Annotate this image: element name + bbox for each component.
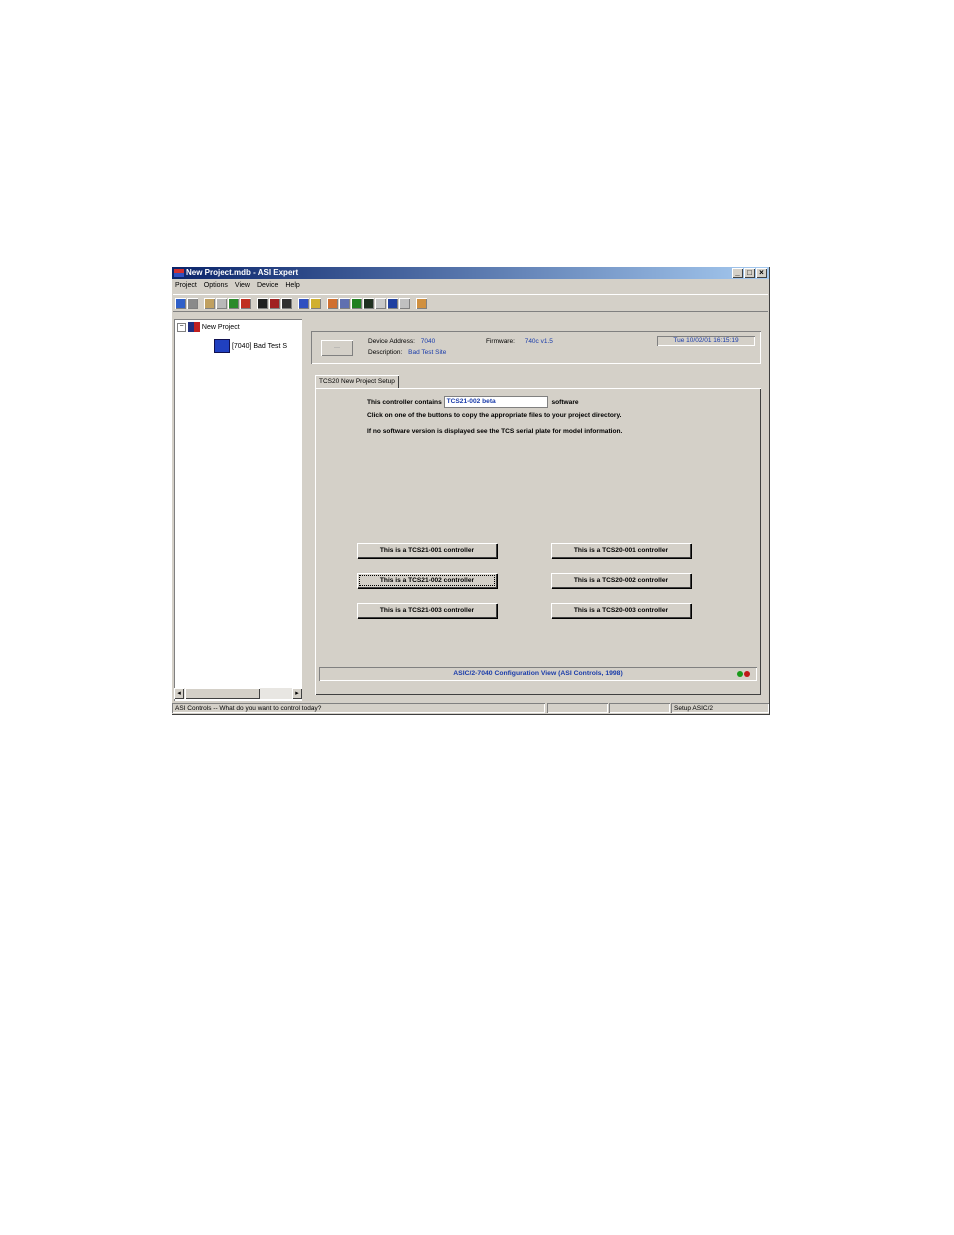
grid-icon[interactable]: [351, 297, 362, 309]
window-title: New Project.mdb - ASI Expert: [186, 268, 299, 277]
connect-icon[interactable]: [175, 297, 186, 309]
project-tree[interactable]: − New Project [7040] Bad Test S: [174, 319, 302, 701]
save-icon[interactable]: [257, 297, 268, 309]
tcs20-001-button[interactable]: This is a TCS20-001 controller: [551, 543, 691, 558]
tree-icon[interactable]: [339, 297, 350, 309]
open-icon[interactable]: [204, 297, 215, 309]
device-address-value: 7040: [420, 338, 436, 345]
software-version-field: TCS21-002 beta: [443, 396, 548, 408]
description-value: Bad Test Site: [408, 349, 447, 356]
tcs20-002-button[interactable]: This is a TCS20-002 controller: [551, 573, 691, 588]
menu-view[interactable]: View: [235, 280, 250, 292]
menu-project[interactable]: Project: [175, 280, 197, 292]
datetime-display: Tue 10/02/01 16:15:19: [657, 336, 755, 346]
config-pane: — Device Address: 7040 Firmware: 740c v1…: [305, 319, 767, 701]
table-icon[interactable]: [387, 297, 398, 309]
tcs21-003-button[interactable]: This is a TCS21-003 controller: [357, 603, 497, 618]
config-view-footer: ASIC/2-7040 Configuration View (ASI Cont…: [319, 667, 757, 681]
tree-hscrollbar[interactable]: ◂ ▸: [174, 688, 302, 699]
app-window: New Project.mdb - ASI Expert _ □ × Proje…: [171, 266, 770, 715]
device-header: — Device Address: 7040 Firmware: 740c v1…: [311, 331, 761, 364]
home-icon[interactable]: [327, 297, 338, 309]
monitor-icon[interactable]: [363, 297, 374, 309]
firmware-label: Firmware:: [486, 338, 515, 345]
controller-contains-label: This controller contains: [367, 398, 442, 406]
setup-panel: This controller contains TCS21-002 beta …: [315, 388, 761, 695]
instruction-text: Click on one of the buttons to copy the …: [367, 412, 622, 419]
device-address-label: Device Address:: [368, 338, 415, 345]
status-bar: ASI Controls -- What do you want to cont…: [172, 703, 769, 714]
upload-icon[interactable]: [310, 297, 321, 309]
tree-root-label[interactable]: New Project: [202, 324, 240, 331]
tree-child-label[interactable]: [7040] Bad Test S: [232, 343, 287, 350]
tcs20-003-button[interactable]: This is a TCS20-003 controller: [551, 603, 691, 618]
status-light-red-icon: [744, 671, 750, 677]
scroll-thumb[interactable]: [185, 688, 260, 699]
menu-bar: Project Options View Device Help: [173, 280, 300, 292]
tab-tcs20-setup[interactable]: TCS20 New Project Setup: [315, 375, 399, 388]
serial-plate-note: If no software version is displayed see …: [367, 428, 623, 435]
blank-icon[interactable]: [375, 297, 386, 309]
tcs21-001-button[interactable]: This is a TCS21-001 controller: [357, 543, 497, 558]
status-right: Setup ASIC/2: [671, 703, 769, 713]
toolbar: [173, 294, 768, 312]
scroll-left-icon[interactable]: ◂: [174, 688, 184, 699]
app-icon: [174, 269, 184, 277]
status-message: ASI Controls -- What do you want to cont…: [172, 703, 545, 713]
status-pane-2: [547, 703, 608, 713]
collapse-icon[interactable]: −: [177, 322, 186, 332]
scroll-right-icon[interactable]: ▸: [292, 688, 302, 699]
controller-icon: [214, 339, 230, 353]
project-icon: [187, 322, 200, 332]
disconnect-icon[interactable]: [187, 297, 198, 309]
description-label: Description:: [368, 349, 403, 356]
minimize-button[interactable]: _: [732, 268, 743, 278]
tcs21-002-button[interactable]: This is a TCS21-002 controller: [357, 573, 497, 588]
maximize-button[interactable]: □: [744, 268, 755, 278]
status-light-green-icon: [737, 671, 743, 677]
menu-options[interactable]: Options: [204, 280, 228, 292]
save-red-icon[interactable]: [269, 297, 280, 309]
report-icon[interactable]: [399, 297, 410, 309]
title-bar[interactable]: New Project.mdb - ASI Expert _ □ ×: [172, 267, 769, 279]
save-all-icon[interactable]: [281, 297, 292, 309]
software-label: software: [551, 398, 579, 406]
tools-icon[interactable]: [416, 297, 427, 309]
disabled-button: —: [321, 340, 353, 356]
config-view-label: ASIC/2-7040 Configuration View (ASI Cont…: [453, 670, 623, 677]
stop-icon[interactable]: [240, 297, 251, 309]
firmware-value: 740c v1.5: [524, 338, 553, 345]
close-button[interactable]: ×: [756, 268, 767, 278]
list-icon[interactable]: [216, 297, 227, 309]
status-pane-3: [609, 703, 670, 713]
network-icon[interactable]: [228, 297, 239, 309]
download-icon[interactable]: [298, 297, 309, 309]
menu-help[interactable]: Help: [285, 280, 299, 292]
menu-device[interactable]: Device: [257, 280, 278, 292]
